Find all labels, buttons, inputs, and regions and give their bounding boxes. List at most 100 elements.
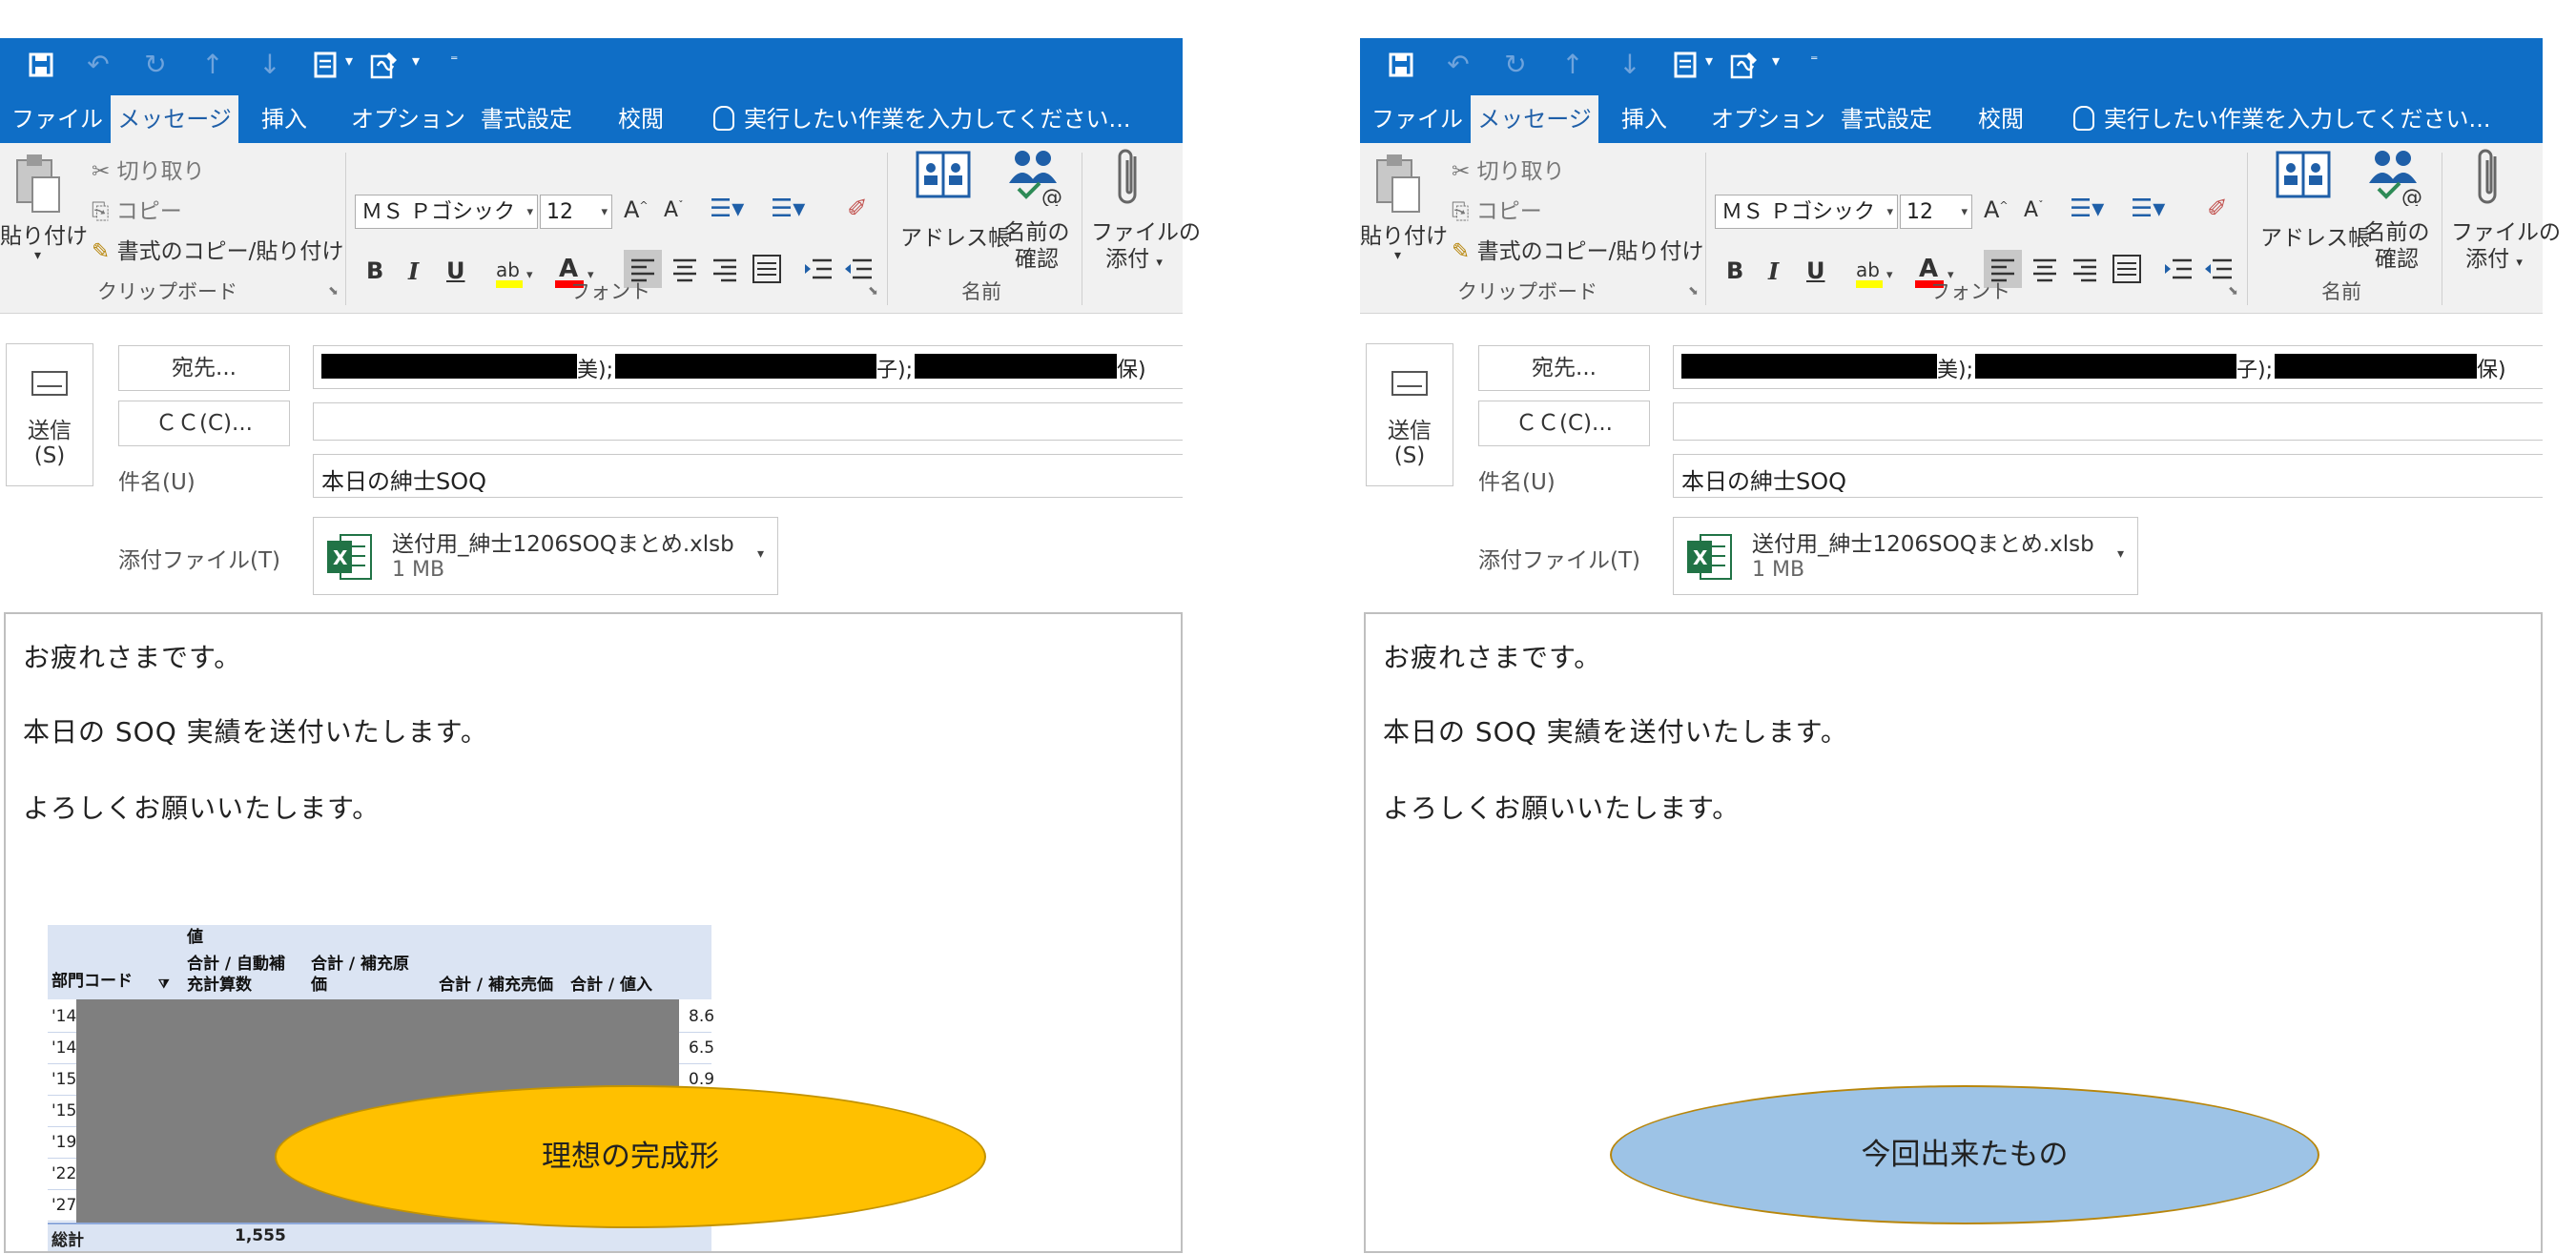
bold-button[interactable]: B <box>366 257 383 284</box>
bold-button[interactable]: B <box>1726 257 1743 284</box>
font-size-box[interactable]: 12 ▾ <box>1900 195 1972 229</box>
signature-icon[interactable] <box>370 48 399 82</box>
form-icon[interactable] <box>311 48 340 82</box>
tab-message[interactable]: メッセージ <box>1471 95 1598 143</box>
shrink-font-icon[interactable]: Aˇ <box>664 198 684 222</box>
tab-insert[interactable]: 挿入 <box>261 95 307 143</box>
tab-file[interactable]: ファイル <box>1371 95 1463 143</box>
attach-file-button[interactable]: ファイルの 添付 ▾ <box>2451 219 2561 277</box>
check-names-button[interactable]: 名前の 確認 <box>2361 219 2432 273</box>
highlight-icon[interactable]: ab ▾ <box>1854 256 1900 294</box>
signature-icon[interactable] <box>1730 48 1759 82</box>
bullets-icon[interactable]: ☰▾ <box>710 195 744 223</box>
copy-button[interactable]: ⎘ コピー <box>1452 193 1542 225</box>
attach-file-dropdown-icon[interactable]: ▾ <box>2516 256 2523 270</box>
address-book-icon[interactable] <box>914 149 973 206</box>
grow-font-icon[interactable]: A^ <box>624 196 649 223</box>
tell-me-box[interactable]: 実行したい作業を入力してください... <box>2073 95 2490 143</box>
up-arrow-icon[interactable]: ↑ <box>198 48 227 82</box>
align-right-icon[interactable] <box>706 250 744 292</box>
underline-button[interactable]: U <box>446 257 465 284</box>
font-name-dropdown-icon[interactable]: ▾ <box>526 195 533 230</box>
underline-button[interactable]: U <box>1806 257 1825 284</box>
align-center-icon[interactable] <box>666 250 704 292</box>
paste-button[interactable]: 貼り付け <box>0 217 88 250</box>
attachment-dropdown-icon[interactable]: ▾ <box>757 546 764 562</box>
save-icon[interactable] <box>27 48 55 82</box>
cc-field[interactable] <box>1673 402 2543 441</box>
grow-font-icon[interactable]: A^ <box>1984 196 2009 223</box>
numbering-icon[interactable]: ☰▾ <box>771 195 805 223</box>
decrease-indent-icon[interactable] <box>2159 250 2197 292</box>
font-size-box[interactable]: 12 ▾ <box>540 195 612 229</box>
attach-file-button[interactable]: ファイルの 添付 ▾ <box>1091 219 1201 277</box>
clear-formatting-icon[interactable]: ✐ <box>847 195 868 223</box>
form-dropdown-icon[interactable]: ▾ <box>1705 51 1713 70</box>
cut-button[interactable]: ✂ 切り取り <box>92 153 205 185</box>
clear-formatting-icon[interactable]: ✐ <box>2207 195 2228 223</box>
check-names-icon[interactable]: @ <box>2365 147 2422 210</box>
numbering-icon[interactable]: ☰▾ <box>2131 195 2165 223</box>
undo-icon[interactable]: ↶ <box>1444 48 1473 82</box>
tab-message[interactable]: メッセージ <box>111 95 238 143</box>
address-book-button[interactable]: アドレス帳 <box>2260 219 2370 252</box>
tab-file[interactable]: ファイル <box>11 95 103 143</box>
justify-icon[interactable] <box>2108 250 2146 292</box>
cc-field[interactable] <box>313 402 1183 441</box>
tab-format[interactable]: 書式設定 <box>1841 95 1932 143</box>
tab-format[interactable]: 書式設定 <box>481 95 572 143</box>
format-painter-button[interactable]: ✎ 書式のコピー/貼り付け <box>92 233 343 265</box>
tab-review[interactable]: 校閲 <box>1978 95 2024 143</box>
up-arrow-icon[interactable]: ↑ <box>1558 48 1587 82</box>
font-name-dropdown-icon[interactable]: ▾ <box>1886 195 1893 230</box>
to-button[interactable]: 宛先... <box>118 345 290 391</box>
paste-icon[interactable] <box>11 153 65 219</box>
tell-me-box[interactable]: 実行したい作業を入力してください... <box>713 95 1130 143</box>
filter-icon[interactable]: ⧩ <box>158 975 170 996</box>
italic-button[interactable]: I <box>408 257 419 285</box>
font-name-box[interactable]: ＭＳ Ｐゴシック ▾ <box>1715 195 1898 229</box>
form-icon[interactable] <box>1671 48 1700 82</box>
redo-icon[interactable]: ↻ <box>1501 48 1530 82</box>
message-body[interactable]: お疲れさまです。 本日の SOQ 実績を送付いたします。 よろしくお願いいたしま… <box>1364 612 2543 1253</box>
down-arrow-icon[interactable]: ↓ <box>1616 48 1644 82</box>
cut-button[interactable]: ✂ 切り取り <box>1452 153 1565 185</box>
align-right-icon[interactable] <box>2066 250 2104 292</box>
customize-icon[interactable]: ⁼ <box>450 51 458 70</box>
font-size-dropdown-icon[interactable]: ▾ <box>1961 195 1968 230</box>
decrease-indent-icon[interactable] <box>799 250 837 292</box>
send-button[interactable]: 送信 (S) <box>6 343 93 486</box>
address-book-icon[interactable] <box>2274 149 2333 206</box>
to-field[interactable]: 美); 子); 保) <box>1673 345 2543 389</box>
cc-button[interactable]: ＣＣ(C)... <box>118 401 290 446</box>
paste-icon[interactable] <box>1371 153 1425 219</box>
paste-button[interactable]: 貼り付け <box>1360 217 1448 250</box>
paperclip-icon[interactable] <box>2474 147 2506 214</box>
to-button[interactable]: 宛先... <box>1478 345 1650 391</box>
paperclip-icon[interactable] <box>1114 147 1146 214</box>
signature-dropdown-icon[interactable]: ▾ <box>412 51 420 70</box>
tab-review[interactable]: 校閲 <box>618 95 664 143</box>
to-field[interactable]: 美); 子); 保) <box>313 345 1183 389</box>
copy-button[interactable]: ⎘ コピー <box>92 193 182 225</box>
attachment-dropdown-icon[interactable]: ▾ <box>2117 546 2124 562</box>
bullets-icon[interactable]: ☰▾ <box>2070 195 2104 223</box>
tab-options[interactable]: オプション <box>351 95 465 143</box>
clipboard-launcher-icon[interactable]: ⬊ <box>1688 284 1699 298</box>
paste-dropdown-icon[interactable]: ▾ <box>1394 248 1401 263</box>
check-names-button[interactable]: 名前の 確認 <box>1001 219 1072 273</box>
attachment-chip[interactable]: X 送付用_紳士1206SOQまとめ.xlsb 1 MB ▾ <box>313 517 778 595</box>
customize-icon[interactable]: ⁼ <box>1810 51 1818 70</box>
highlight-icon[interactable]: ab ▾ <box>494 256 540 294</box>
align-center-icon[interactable] <box>2026 250 2064 292</box>
font-launcher-icon[interactable]: ⬊ <box>868 284 878 298</box>
tab-insert[interactable]: 挿入 <box>1621 95 1667 143</box>
check-names-icon[interactable]: @ <box>1005 147 1062 210</box>
font-size-dropdown-icon[interactable]: ▾ <box>601 195 608 230</box>
clipboard-launcher-icon[interactable]: ⬊ <box>328 284 339 298</box>
paste-dropdown-icon[interactable]: ▾ <box>34 248 41 263</box>
format-painter-button[interactable]: ✎ 書式のコピー/貼り付け <box>1452 233 1703 265</box>
down-arrow-icon[interactable]: ↓ <box>256 48 284 82</box>
undo-icon[interactable]: ↶ <box>84 48 113 82</box>
cc-button[interactable]: ＣＣ(C)... <box>1478 401 1650 446</box>
